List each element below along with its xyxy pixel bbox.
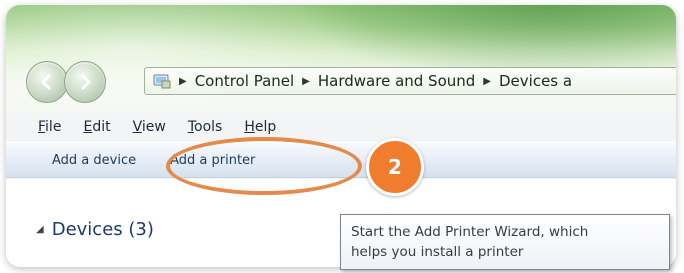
menu-file[interactable]: File	[38, 119, 61, 135]
menu-view[interactable]: View	[133, 119, 166, 135]
add-printer-button[interactable]: Add a printer	[170, 153, 255, 168]
control-panel-icon	[153, 74, 171, 89]
breadcrumb-separator[interactable]: ▶	[179, 76, 187, 87]
forward-button[interactable]	[64, 61, 106, 103]
forward-arrow-icon	[81, 74, 92, 90]
step-badge: 2	[366, 138, 424, 196]
breadcrumb-control-panel[interactable]: Control Panel	[195, 72, 294, 90]
back-arrow-icon	[40, 74, 51, 90]
breadcrumb-devices[interactable]: Devices a	[499, 72, 572, 90]
add-device-button[interactable]: Add a device	[52, 153, 136, 168]
command-bar: Add a device Add a printer	[6, 142, 676, 178]
breadcrumb-separator[interactable]: ▶	[483, 76, 491, 87]
devices-group-label: Devices (3)	[51, 219, 154, 240]
menu-tools[interactable]: Tools	[188, 119, 223, 135]
address-bar[interactable]: ▶ Control Panel ▶ Hardware and Sound ▶ D…	[144, 67, 676, 95]
add-printer-tooltip: Start the Add Printer Wizard, which help…	[340, 214, 670, 270]
menu-help[interactable]: Help	[244, 119, 276, 135]
tooltip-line-1: Start the Add Printer Wizard, which	[351, 224, 589, 240]
menu-edit[interactable]: Edit	[83, 119, 110, 135]
breadcrumb-hardware-and-sound[interactable]: Hardware and Sound	[318, 72, 475, 90]
collapse-triangle-icon[interactable]: ◢	[36, 224, 44, 235]
devices-group-header[interactable]: ◢ Devices (3)	[36, 219, 154, 240]
navigation-buttons	[26, 61, 106, 103]
back-button[interactable]	[26, 61, 68, 103]
breadcrumb-separator[interactable]: ▶	[302, 76, 310, 87]
tooltip-line-2: helps you install a printer	[351, 244, 524, 260]
menu-bar: File Edit View Tools Help	[6, 113, 676, 141]
